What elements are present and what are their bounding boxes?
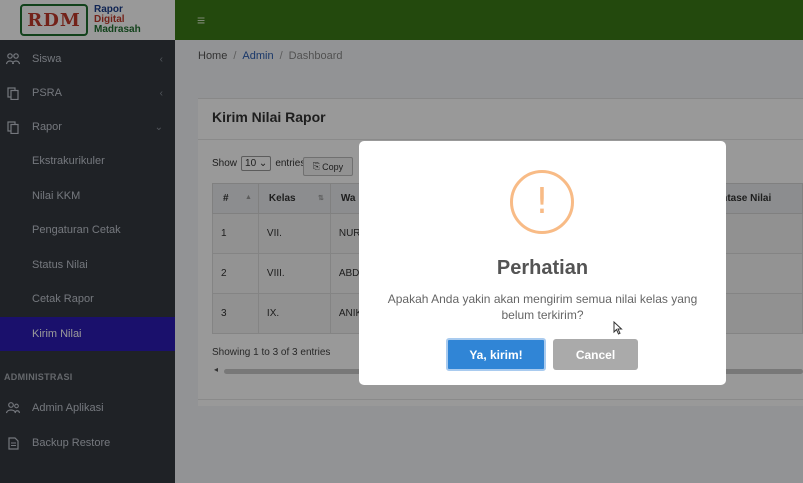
mouse-cursor-icon [613,320,623,338]
cancel-button[interactable]: Cancel [553,339,638,370]
confirm-button[interactable]: Ya, kirim! [446,338,546,371]
confirm-dialog: ! Perhatian Apakah Anda yakin akan mengi… [359,141,726,385]
dialog-title: Perhatian [496,257,589,279]
warning-icon: ! [510,170,574,234]
dialog-message: Apakah Anda yakin akan mengirim semua ni… [387,292,698,322]
